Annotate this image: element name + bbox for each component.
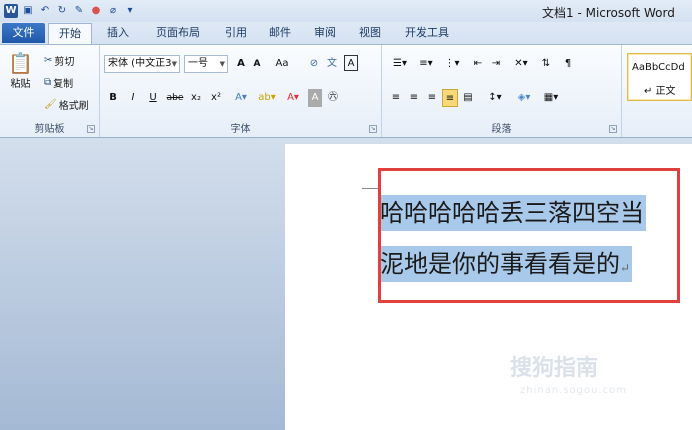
quick-access-toolbar: W ▣ ↶ ↻ ✎ ● ⌀ ▾ <box>4 3 137 18</box>
enclose-char-icon[interactable]: ㊅ <box>326 89 340 107</box>
copy-icon: ⧉ <box>44 76 52 88</box>
tab-page-layout[interactable]: 页面布局 <box>146 23 210 43</box>
tab-developer[interactable]: 开发工具 <box>398 23 456 43</box>
title-bar: W ▣ ↶ ↻ ✎ ● ⌀ ▾ 文档1 - Microsoft Word <box>0 0 692 22</box>
strikethrough-button[interactable]: abe <box>166 89 184 107</box>
show-marks-icon[interactable]: ¶ <box>560 55 576 73</box>
justify-icon[interactable]: ≡ <box>442 89 458 107</box>
shrink-font-button[interactable]: A <box>250 55 264 73</box>
highlight-icon[interactable]: ab▾ <box>256 89 278 107</box>
tab-review[interactable]: 审阅 <box>307 23 343 43</box>
numbering-icon[interactable]: ≡▾ <box>414 55 438 73</box>
paragraph-launcher-icon[interactable]: ↘ <box>609 125 617 133</box>
italic-label: I <box>131 92 135 103</box>
bold-label: B <box>109 92 117 103</box>
format-painter-qat-icon[interactable]: ✎ <box>72 3 86 18</box>
watermark-logo: 搜狗指南 <box>510 350 598 382</box>
clipboard-launcher-icon[interactable]: ↘ <box>87 125 95 133</box>
change-case-button[interactable]: Aa <box>272 55 292 73</box>
char-border-icon[interactable]: A <box>344 55 358 71</box>
char-shading-icon[interactable]: A <box>308 89 322 107</box>
format-painter-label: 格式刷 <box>58 101 89 112</box>
paste-label: 粘贴 <box>10 79 31 90</box>
align-center-icon[interactable]: ≡ <box>406 89 422 107</box>
superscript-label: x² <box>211 92 221 103</box>
shading-icon[interactable]: ◈▾ <box>512 89 536 107</box>
chevron-down-icon: ▼ <box>219 60 225 68</box>
scissors-icon: ✂ <box>44 54 53 66</box>
save-icon[interactable]: ▣ <box>21 3 35 18</box>
paste-button[interactable]: 📋 粘贴 <box>8 53 33 90</box>
paragraph-group-label: 段落 <box>491 124 512 135</box>
underline-button[interactable]: U <box>146 89 160 107</box>
ribbon-tabs: 文件 开始 插入 页面布局 引用 邮件 审阅 视图 开发工具 <box>0 22 692 45</box>
cut-button[interactable]: ✂ 剪切 <box>44 53 74 68</box>
borders-icon[interactable]: ▦▾ <box>540 89 562 107</box>
text-effects-icon[interactable]: A▾ <box>230 89 252 107</box>
eraser-icon[interactable]: ⌀ <box>106 3 120 18</box>
customize-qat-icon[interactable]: ▾ <box>123 3 137 18</box>
tab-file[interactable]: 文件 <box>2 23 45 43</box>
grow-font-button[interactable]: A <box>234 55 248 73</box>
bold-button[interactable]: B <box>106 89 120 107</box>
clipboard-group-label: 剪贴板 <box>34 124 65 135</box>
increase-indent-icon[interactable]: ⇥ <box>488 55 504 73</box>
sort-icon[interactable]: ⇅ <box>538 55 554 73</box>
chevron-down-icon: ▼ <box>171 60 177 68</box>
font-name-combo[interactable]: 宋体 (中文正3 ▼ <box>104 55 180 73</box>
decrease-indent-icon[interactable]: ⇤ <box>470 55 486 73</box>
subscript-button[interactable]: x₂ <box>188 89 204 107</box>
font-color-icon[interactable]: A▾ <box>282 89 304 107</box>
font-group: 宋体 (中文正3 ▼ 一号 ▼ A A Aa ⊘ 文 A B I U abe x₂ … <box>100 45 382 137</box>
underline-label: U <box>149 92 157 103</box>
style-sample-text: AaBbCcDd <box>632 62 685 73</box>
cut-label: 剪切 <box>54 57 75 68</box>
superscript-button[interactable]: x² <box>208 89 224 107</box>
brush-icon: 🖌 <box>44 98 57 110</box>
selection-callout-box <box>378 168 680 303</box>
window-title: 文档1 - Microsoft Word <box>542 6 675 20</box>
style-normal-label: ↵ 正文 <box>644 86 676 97</box>
tab-insert[interactable]: 插入 <box>100 23 136 43</box>
strikethrough-label: abe <box>166 93 184 103</box>
distributed-icon[interactable]: ▤ <box>460 89 476 107</box>
watermark-url: zhinan.sogou.com <box>520 385 628 396</box>
style-normal[interactable]: AaBbCcDd ↵ 正文 <box>627 53 692 101</box>
undo-icon[interactable]: ↶ <box>38 3 52 18</box>
italic-button[interactable]: I <box>126 89 140 107</box>
copy-label: 复制 <box>53 79 74 90</box>
clipboard-group: 📋 粘贴 ✂ 剪切 ⧉ 复制 🖌 格式刷 剪贴板 ↘ <box>0 45 100 137</box>
tab-mailings[interactable]: 邮件 <box>262 23 298 43</box>
paste-icon: 📋 <box>8 51 33 75</box>
change-case-label: Aa <box>275 58 289 69</box>
grow-font-label: A <box>237 58 245 69</box>
bullets-icon[interactable]: ☰▾ <box>388 55 412 73</box>
multilevel-list-icon[interactable]: ⋮▾ <box>440 55 464 73</box>
color-circle-icon[interactable]: ● <box>89 3 103 18</box>
clear-format-icon[interactable]: ⊘ <box>306 55 322 73</box>
watermark-text: 搜狗指南 <box>510 356 599 381</box>
align-right-icon[interactable]: ≡ <box>424 89 440 107</box>
chinese-layout-icon[interactable]: ✕▾ <box>510 55 532 73</box>
align-left-icon[interactable]: ≡ <box>388 89 404 107</box>
tab-home[interactable]: 开始 <box>48 23 92 45</box>
tab-references[interactable]: 引用 <box>218 23 254 43</box>
format-painter-button[interactable]: 🖌 格式刷 <box>44 97 89 112</box>
paragraph-group: ☰▾ ≡▾ ⋮▾ ⇤ ⇥ ✕▾ ⇅ ¶ ≡ ≡ ≡ ≡ ▤ ↕▾ ◈▾ ▦▾ 段… <box>382 45 622 137</box>
word-logo-icon[interactable]: W <box>4 3 18 18</box>
font-name-value: 宋体 (中文正3 <box>108 58 172 69</box>
font-launcher-icon[interactable]: ↘ <box>369 125 377 133</box>
font-size-combo[interactable]: 一号 ▼ <box>184 55 228 73</box>
phonetic-guide-icon[interactable]: 文 <box>324 55 340 73</box>
shrink-font-label: A <box>253 59 261 69</box>
font-group-label: 字体 <box>230 124 251 135</box>
tab-view[interactable]: 视图 <box>352 23 388 43</box>
line-spacing-icon[interactable]: ↕▾ <box>484 89 506 107</box>
font-size-value: 一号 <box>188 58 208 69</box>
subscript-label: x₂ <box>191 92 201 103</box>
redo-icon[interactable]: ↻ <box>55 3 69 18</box>
copy-button[interactable]: ⧉ 复制 <box>44 75 73 90</box>
margin-corner-mark <box>362 188 379 189</box>
ribbon: 📋 粘贴 ✂ 剪切 ⧉ 复制 🖌 格式刷 剪贴板 ↘ 宋体 (中文正3 ▼ 一号 ▼… <box>0 44 692 138</box>
